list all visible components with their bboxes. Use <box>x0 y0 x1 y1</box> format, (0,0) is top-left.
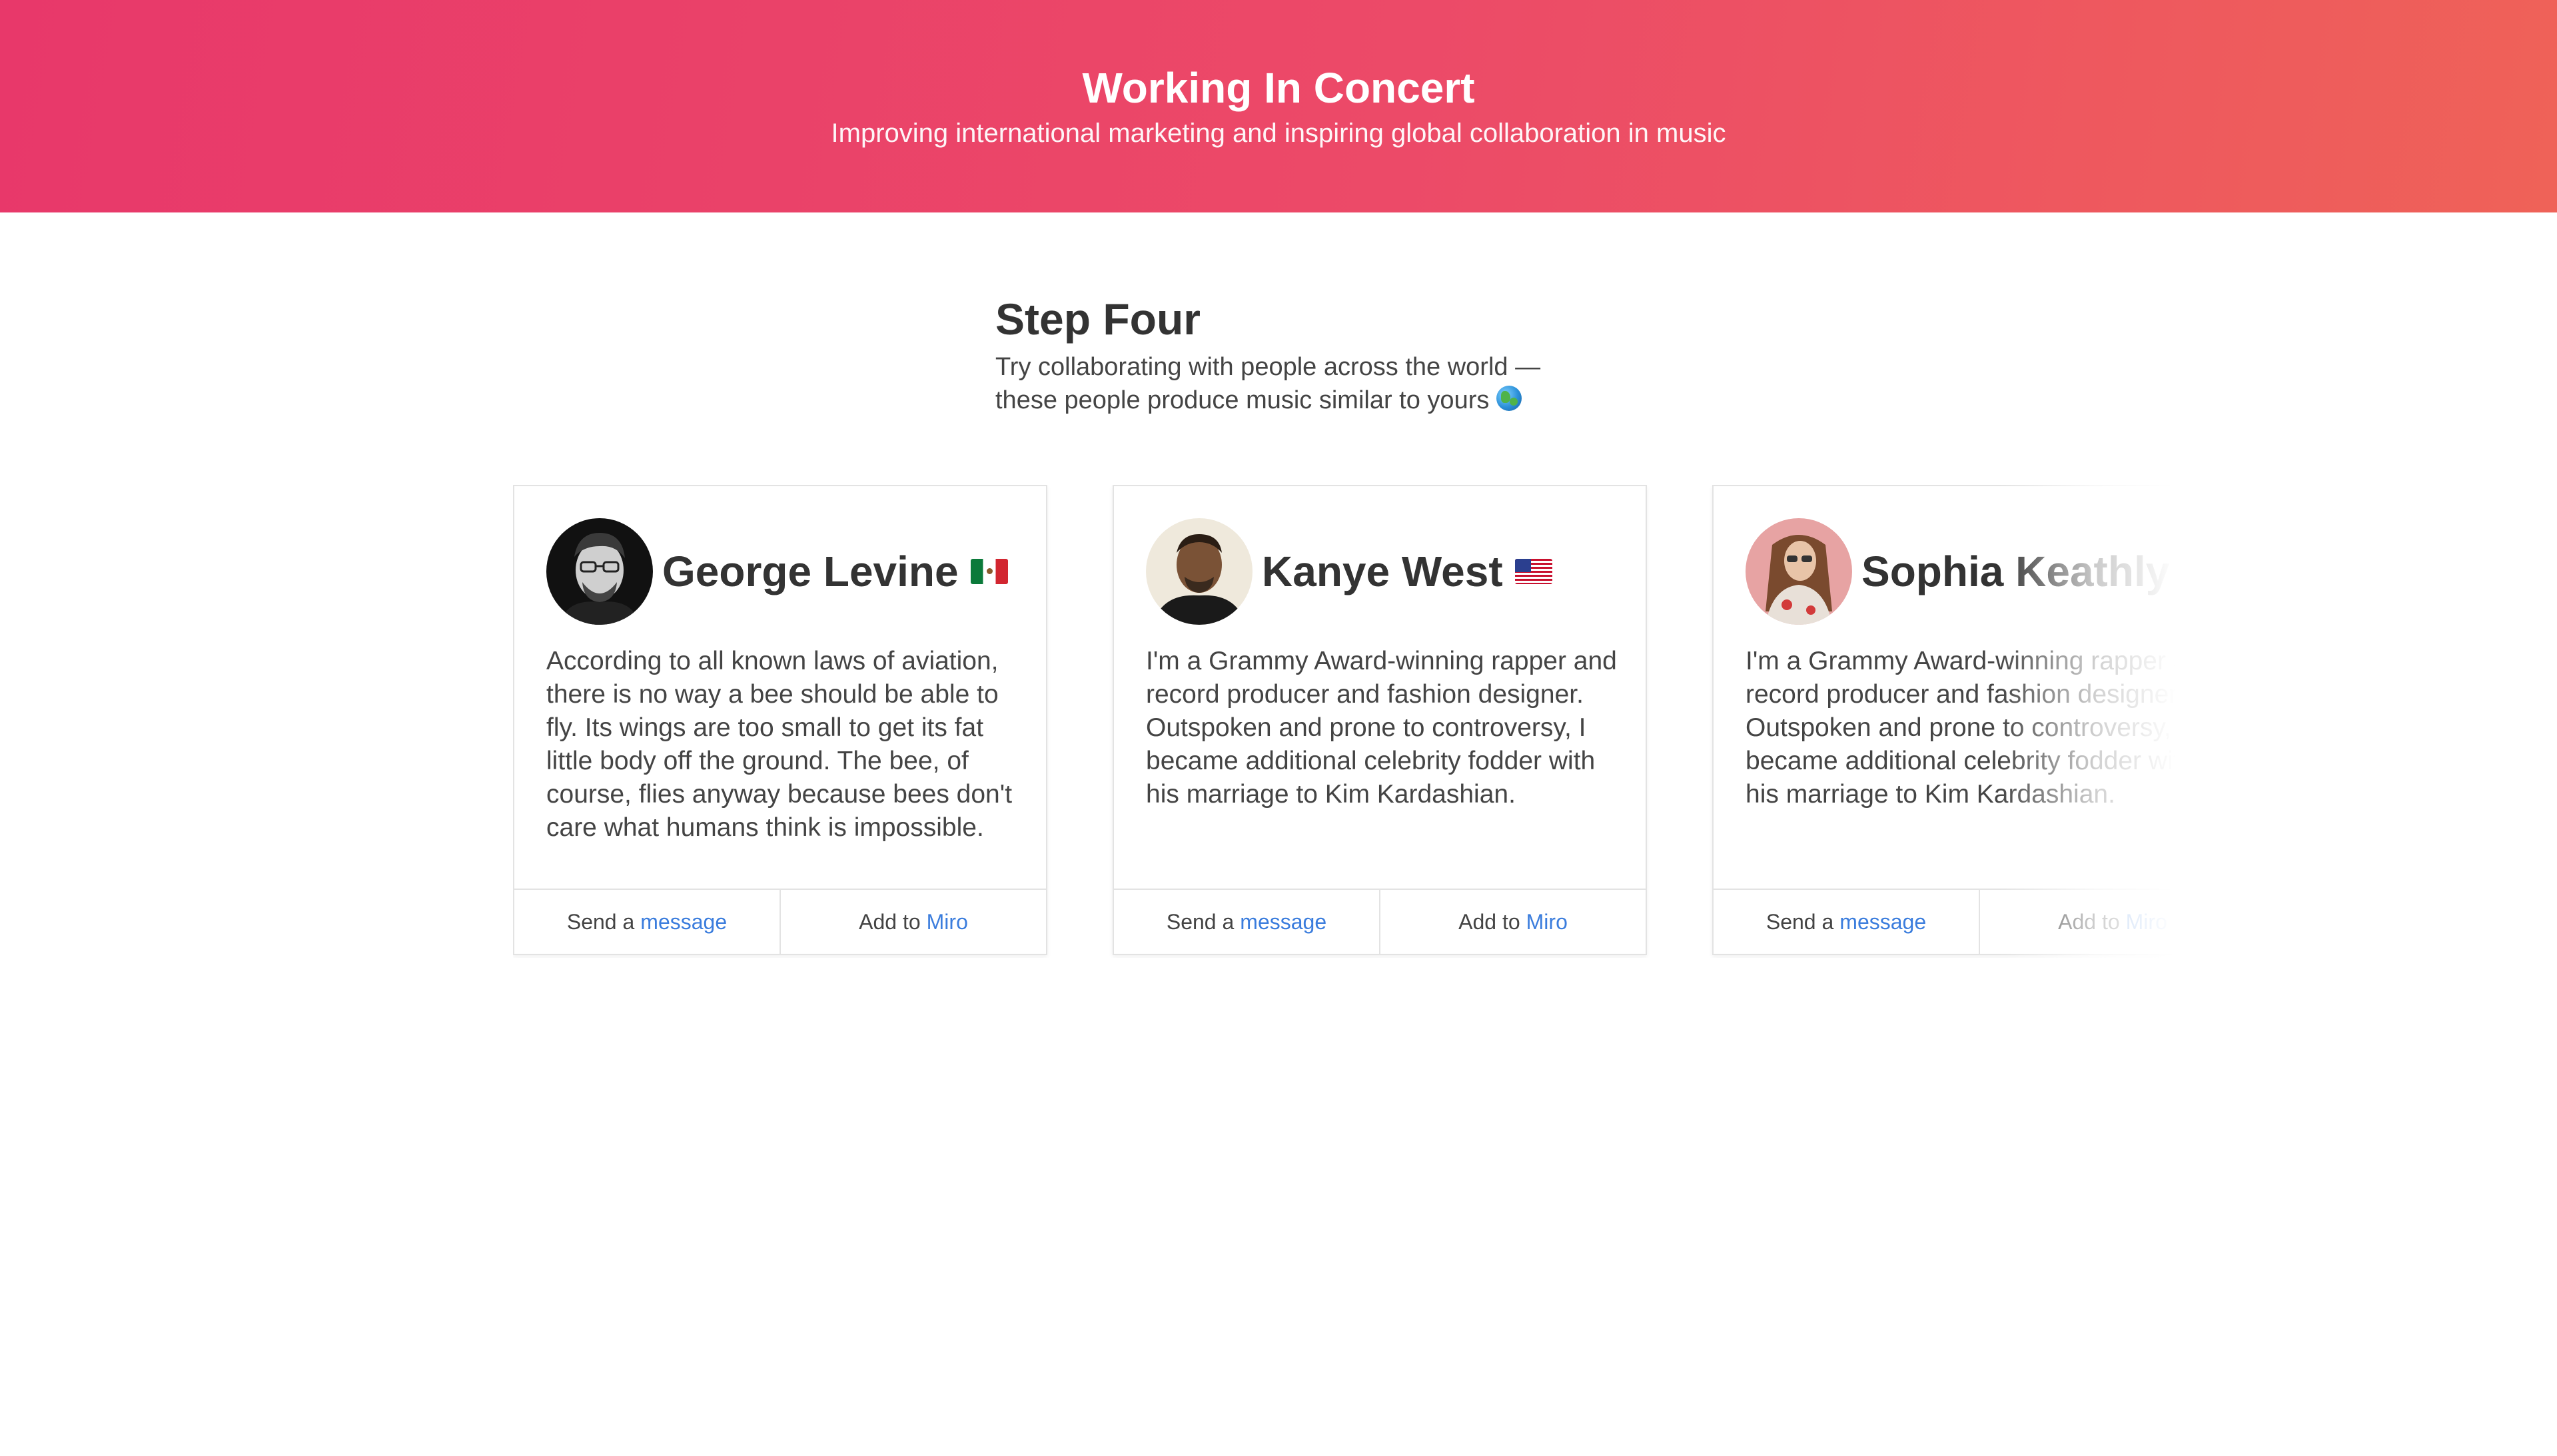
collaborator-carousel[interactable]: George Levine According to all known law… <box>513 485 2175 958</box>
add-to-miro-link[interactable]: Miro <box>1526 910 1568 934</box>
avatar <box>1146 518 1253 625</box>
collaborator-bio: I'm a Grammy Award-winning rapper and re… <box>1746 647 2175 809</box>
step-description: Try collaborating with people across the… <box>995 350 1582 417</box>
step-description-line2: these people produce music similar to yo… <box>995 386 1490 414</box>
usa-flag-icon <box>1514 559 1552 584</box>
globe-icon <box>1496 386 1522 411</box>
avatar <box>546 518 653 625</box>
send-message-button[interactable]: Send a message <box>514 890 779 954</box>
card-actions: Send a message Add to Miro <box>1714 889 2175 954</box>
avatar-photo-george <box>546 518 653 625</box>
mexico-flag-icon <box>970 559 1008 584</box>
avatar-photo-kanye <box>1146 518 1253 625</box>
send-message-button[interactable]: Send a message <box>1114 890 1379 954</box>
step-title: Step Four <box>995 294 1201 344</box>
collaborator-card: George Levine According to all known law… <box>513 485 1047 955</box>
step-description-line1: Try collaborating with people across the… <box>995 353 1541 381</box>
collaborator-card: Sophia Keathly I'm a Grammy Award-winnin… <box>1712 485 2175 955</box>
card-header: George Levine <box>546 518 1008 625</box>
add-to-miro-button[interactable]: Add to Miro <box>1979 890 2175 954</box>
add-to-miro-prefix: Add to <box>2058 909 2120 934</box>
add-to-miro-prefix: Add to <box>1458 909 1520 934</box>
send-message-button[interactable]: Send a message <box>1714 890 1979 954</box>
send-message-link[interactable]: message <box>640 910 727 934</box>
collaborator-name: Kanye West <box>1262 547 1503 595</box>
card-actions: Send a message Add to Miro <box>514 889 1046 954</box>
send-message-link[interactable]: message <box>1839 910 1926 934</box>
add-to-miro-link[interactable]: Miro <box>927 910 968 934</box>
header-banner: Working In Concert Improving internation… <box>0 0 2557 212</box>
avatar-photo-sophia <box>1746 518 1852 625</box>
add-to-miro-button[interactable]: Add to Miro <box>1379 890 1646 954</box>
page-title: Working In Concert <box>1082 64 1475 112</box>
card-actions: Send a message Add to Miro <box>1114 889 1646 954</box>
card-header: Sophia Keathly <box>1746 518 2169 625</box>
collaborator-name: George Levine <box>662 547 959 595</box>
add-to-miro-prefix: Add to <box>859 909 921 934</box>
collaborator-bio: According to all known laws of aviation,… <box>546 647 1013 842</box>
card-header: Kanye West <box>1146 518 1552 625</box>
add-to-miro-link[interactable]: Miro <box>2126 910 2167 934</box>
send-message-link[interactable]: message <box>1240 910 1326 934</box>
send-message-prefix: Send a <box>1766 909 1834 934</box>
add-to-miro-button[interactable]: Add to Miro <box>779 890 1046 954</box>
send-message-prefix: Send a <box>1166 909 1235 934</box>
collaborator-name: Sophia Keathly <box>1861 547 2170 595</box>
avatar <box>1746 518 1852 625</box>
collaborator-card: Kanye West I'm a Grammy Award-winning ra… <box>1113 485 1647 955</box>
send-message-prefix: Send a <box>566 909 635 934</box>
page-subtitle: Improving international marketing and in… <box>831 119 1726 148</box>
step-section: Step Four Try collaborating with people … <box>995 290 1595 417</box>
collaborator-bio: I'm a Grammy Award-winning rapper and re… <box>1146 647 1617 809</box>
